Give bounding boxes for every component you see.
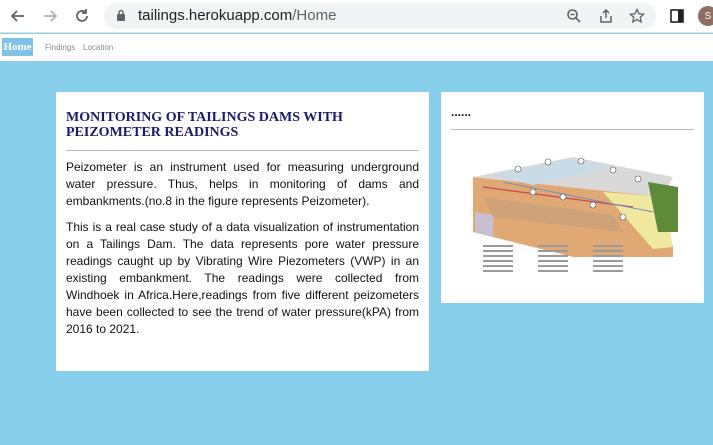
lock-icon: [117, 9, 125, 21]
address-bar[interactable]: tailings.herokuapp.com/Home: [104, 3, 656, 29]
url-host: tailings.herokuapp.com: [138, 7, 293, 24]
intro-card: MONITORING OF TAILINGS DAMS WITH PEIZOME…: [56, 92, 429, 371]
title-divider: [66, 150, 419, 151]
forward-button[interactable]: [37, 3, 63, 29]
nav-findings-link[interactable]: Findings: [45, 43, 75, 52]
back-arrow-icon: [10, 10, 24, 22]
nav-location-link[interactable]: Location: [83, 43, 113, 52]
zoom-icon[interactable]: [564, 6, 584, 26]
figure-divider: [451, 129, 694, 130]
case-study-paragraph: This is a real case study of a data visu…: [66, 220, 419, 336]
figure-heading: ......: [451, 105, 472, 119]
url-path: /Home: [292, 7, 337, 24]
url-text: tailings.herokuapp.com/Home: [138, 7, 336, 24]
site-navbar: Home Findings Location: [0, 34, 713, 61]
share-icon[interactable]: [596, 6, 616, 26]
forward-arrow-icon: [44, 10, 58, 22]
browser-toolbar: tailings.herokuapp.com/Home S: [0, 0, 713, 33]
intro-paragraph: Peizometer is an instrument used for mea…: [66, 160, 419, 208]
tailings-dam-diagram: [473, 157, 678, 272]
back-button[interactable]: [5, 3, 31, 29]
reload-icon: [76, 9, 88, 22]
profile-avatar[interactable]: S: [698, 6, 713, 26]
nav-home-link[interactable]: Home: [2, 38, 33, 56]
reload-button[interactable]: [69, 3, 95, 29]
side-panel-icon[interactable]: [666, 5, 688, 27]
figure-card: ......: [441, 92, 704, 303]
bookmark-star-icon[interactable]: [627, 6, 647, 26]
page-title: MONITORING OF TAILINGS DAMS WITH PEIZOME…: [66, 110, 343, 140]
